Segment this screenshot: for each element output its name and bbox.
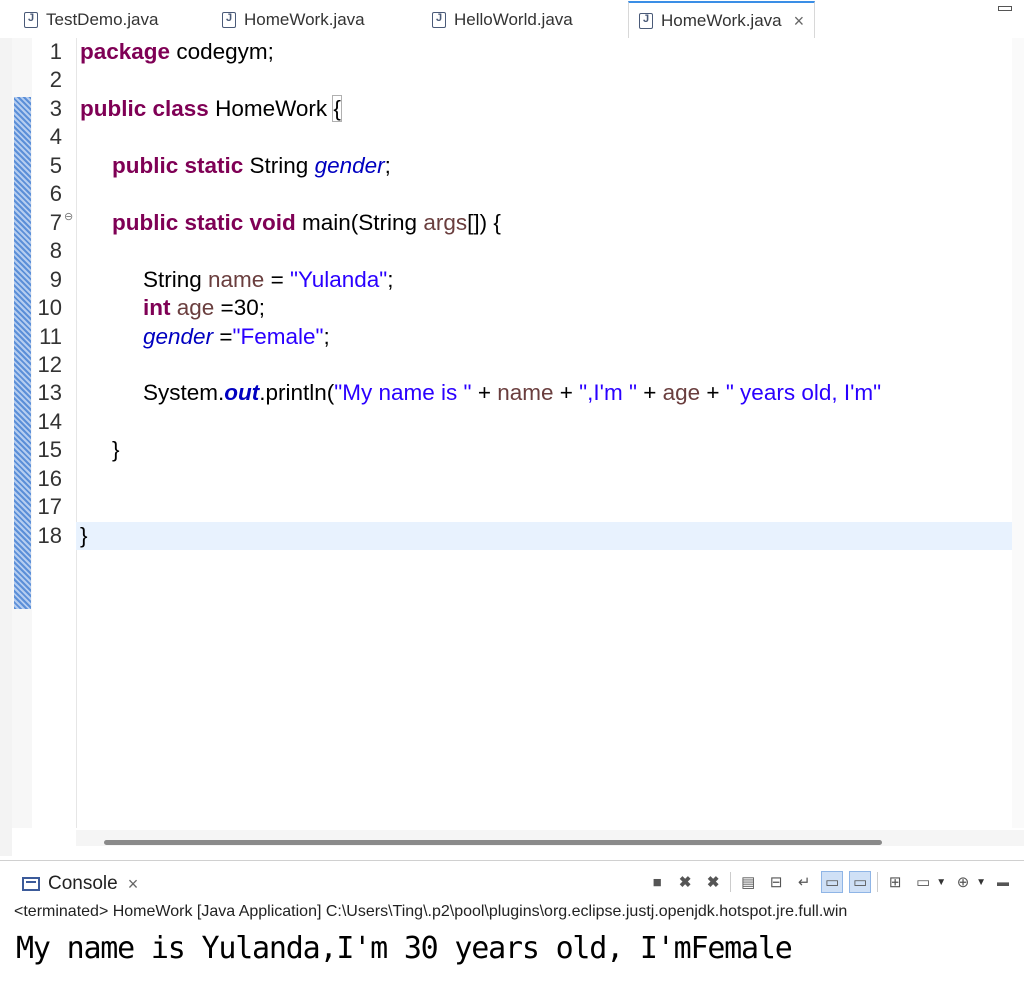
minimize-icon[interactable]: ▬ — [992, 871, 1014, 893]
java-file-icon — [432, 12, 446, 28]
code-editor[interactable]: 1 2 3 4 5 6 7 8 9 10 11 12 13 14 15 16 17 18 ⊖ package co… — [0, 38, 1024, 856]
line-number: 7 — [49, 210, 62, 235]
tab-label: HomeWork.java — [661, 11, 782, 30]
line-number: 6 — [49, 181, 62, 206]
line-number: 14 — [37, 409, 62, 434]
tab-label: HelloWorld.java — [454, 10, 573, 29]
code-text-area[interactable]: package codegym; public class HomeWork {… — [76, 38, 1024, 828]
console-view: Console × ■ ✖ ✖ ▤ ⊟ ↵ ▭ ▭ ⊞ ▭ ▼ ⊕ ▼ ▬ <t… — [0, 860, 1024, 985]
tab-homework-active[interactable]: HomeWork.java × — [628, 1, 816, 39]
terminate-icon[interactable]: ■ — [646, 871, 668, 893]
line-number: 15 — [37, 437, 62, 462]
console-toolbar: ■ ✖ ✖ ▤ ⊟ ↵ ▭ ▭ ⊞ ▭ ▼ ⊕ ▼ ▬ — [646, 869, 1014, 895]
console-tab-label: Console — [48, 873, 118, 894]
code-line-1: package codegym; — [80, 39, 274, 64]
line-number: 1 — [49, 39, 62, 64]
tab-label: HomeWork.java — [244, 10, 365, 29]
line-number: 16 — [37, 466, 62, 491]
tab-helloworld[interactable]: HelloWorld.java — [432, 3, 573, 37]
change-marker — [14, 97, 31, 609]
code-line-9: String name = "Yulanda"; — [143, 267, 394, 292]
code-line-18: } — [80, 523, 88, 548]
display-selected-console-icon[interactable]: ▭ — [912, 871, 934, 893]
line-number: 4 — [49, 124, 62, 149]
code-line-3: public class HomeWork { — [80, 95, 342, 122]
current-line-highlight — [76, 522, 1012, 550]
chevron-down-icon[interactable]: ▼ — [976, 877, 986, 888]
line-number: 12 — [37, 352, 62, 377]
line-number: 8 — [49, 238, 62, 263]
java-file-icon — [24, 12, 38, 28]
java-file-icon — [639, 13, 653, 29]
java-file-icon — [222, 12, 236, 28]
console-output[interactable]: My name is Yulanda,I'm 30 years old, I'm… — [16, 931, 793, 966]
scroll-lock-icon[interactable]: ⊟ — [765, 871, 787, 893]
tab-homework-1[interactable]: HomeWork.java — [222, 3, 365, 37]
code-line-11: gender ="Female"; — [143, 324, 330, 349]
tab-console[interactable]: Console × — [14, 867, 149, 899]
launch-status-line: <terminated> HomeWork [Java Application]… — [14, 903, 848, 920]
line-number: 2 — [49, 67, 62, 92]
tab-testdemo[interactable]: TestDemo.java — [24, 3, 158, 37]
remove-all-terminated-icon[interactable]: ✖ — [702, 871, 724, 893]
word-wrap-icon[interactable]: ↵ — [793, 871, 815, 893]
vertical-scrollbar[interactable] — [1012, 38, 1024, 828]
code-line-15: } — [112, 437, 120, 462]
line-number: 17 — [37, 494, 62, 519]
line-number: 3 — [49, 96, 62, 121]
line-number: 5 — [49, 153, 62, 178]
console-icon — [22, 877, 40, 891]
fold-collapse-icon[interactable]: ⊖ — [64, 210, 73, 223]
line-number: 13 — [37, 380, 62, 405]
code-line-10: int age =30; — [143, 295, 265, 320]
show-on-stderr-icon[interactable]: ▭ — [849, 871, 872, 893]
close-icon[interactable]: × — [794, 12, 805, 30]
editor-tab-bar: TestDemo.java HomeWork.java HelloWorld.j… — [0, 0, 1024, 39]
code-line-7: public static void main(String args[]) { — [112, 210, 501, 235]
clear-console-icon[interactable]: ▤ — [737, 871, 759, 893]
show-on-stdout-icon[interactable]: ▭ — [821, 871, 844, 893]
minimize-icon[interactable] — [998, 6, 1012, 11]
tab-label: TestDemo.java — [46, 10, 159, 29]
line-number: 9 — [49, 267, 62, 292]
editor-frame — [0, 38, 12, 856]
pin-console-icon[interactable]: ⊞ — [884, 871, 906, 893]
open-console-icon[interactable]: ⊕ — [952, 871, 974, 893]
code-line-13: System.out.println("My name is " + name … — [143, 380, 882, 405]
code-line-5: public static String gender; — [112, 153, 391, 178]
line-number: 11 — [39, 324, 62, 349]
chevron-down-icon[interactable]: ▼ — [936, 877, 946, 888]
remove-launch-icon[interactable]: ✖ — [674, 871, 696, 893]
horizontal-scroll-thumb[interactable] — [104, 840, 882, 845]
matching-brace: { — [332, 95, 342, 122]
line-number: 18 — [37, 523, 62, 548]
line-number: 10 — [37, 295, 62, 320]
close-icon[interactable]: × — [128, 875, 139, 893]
